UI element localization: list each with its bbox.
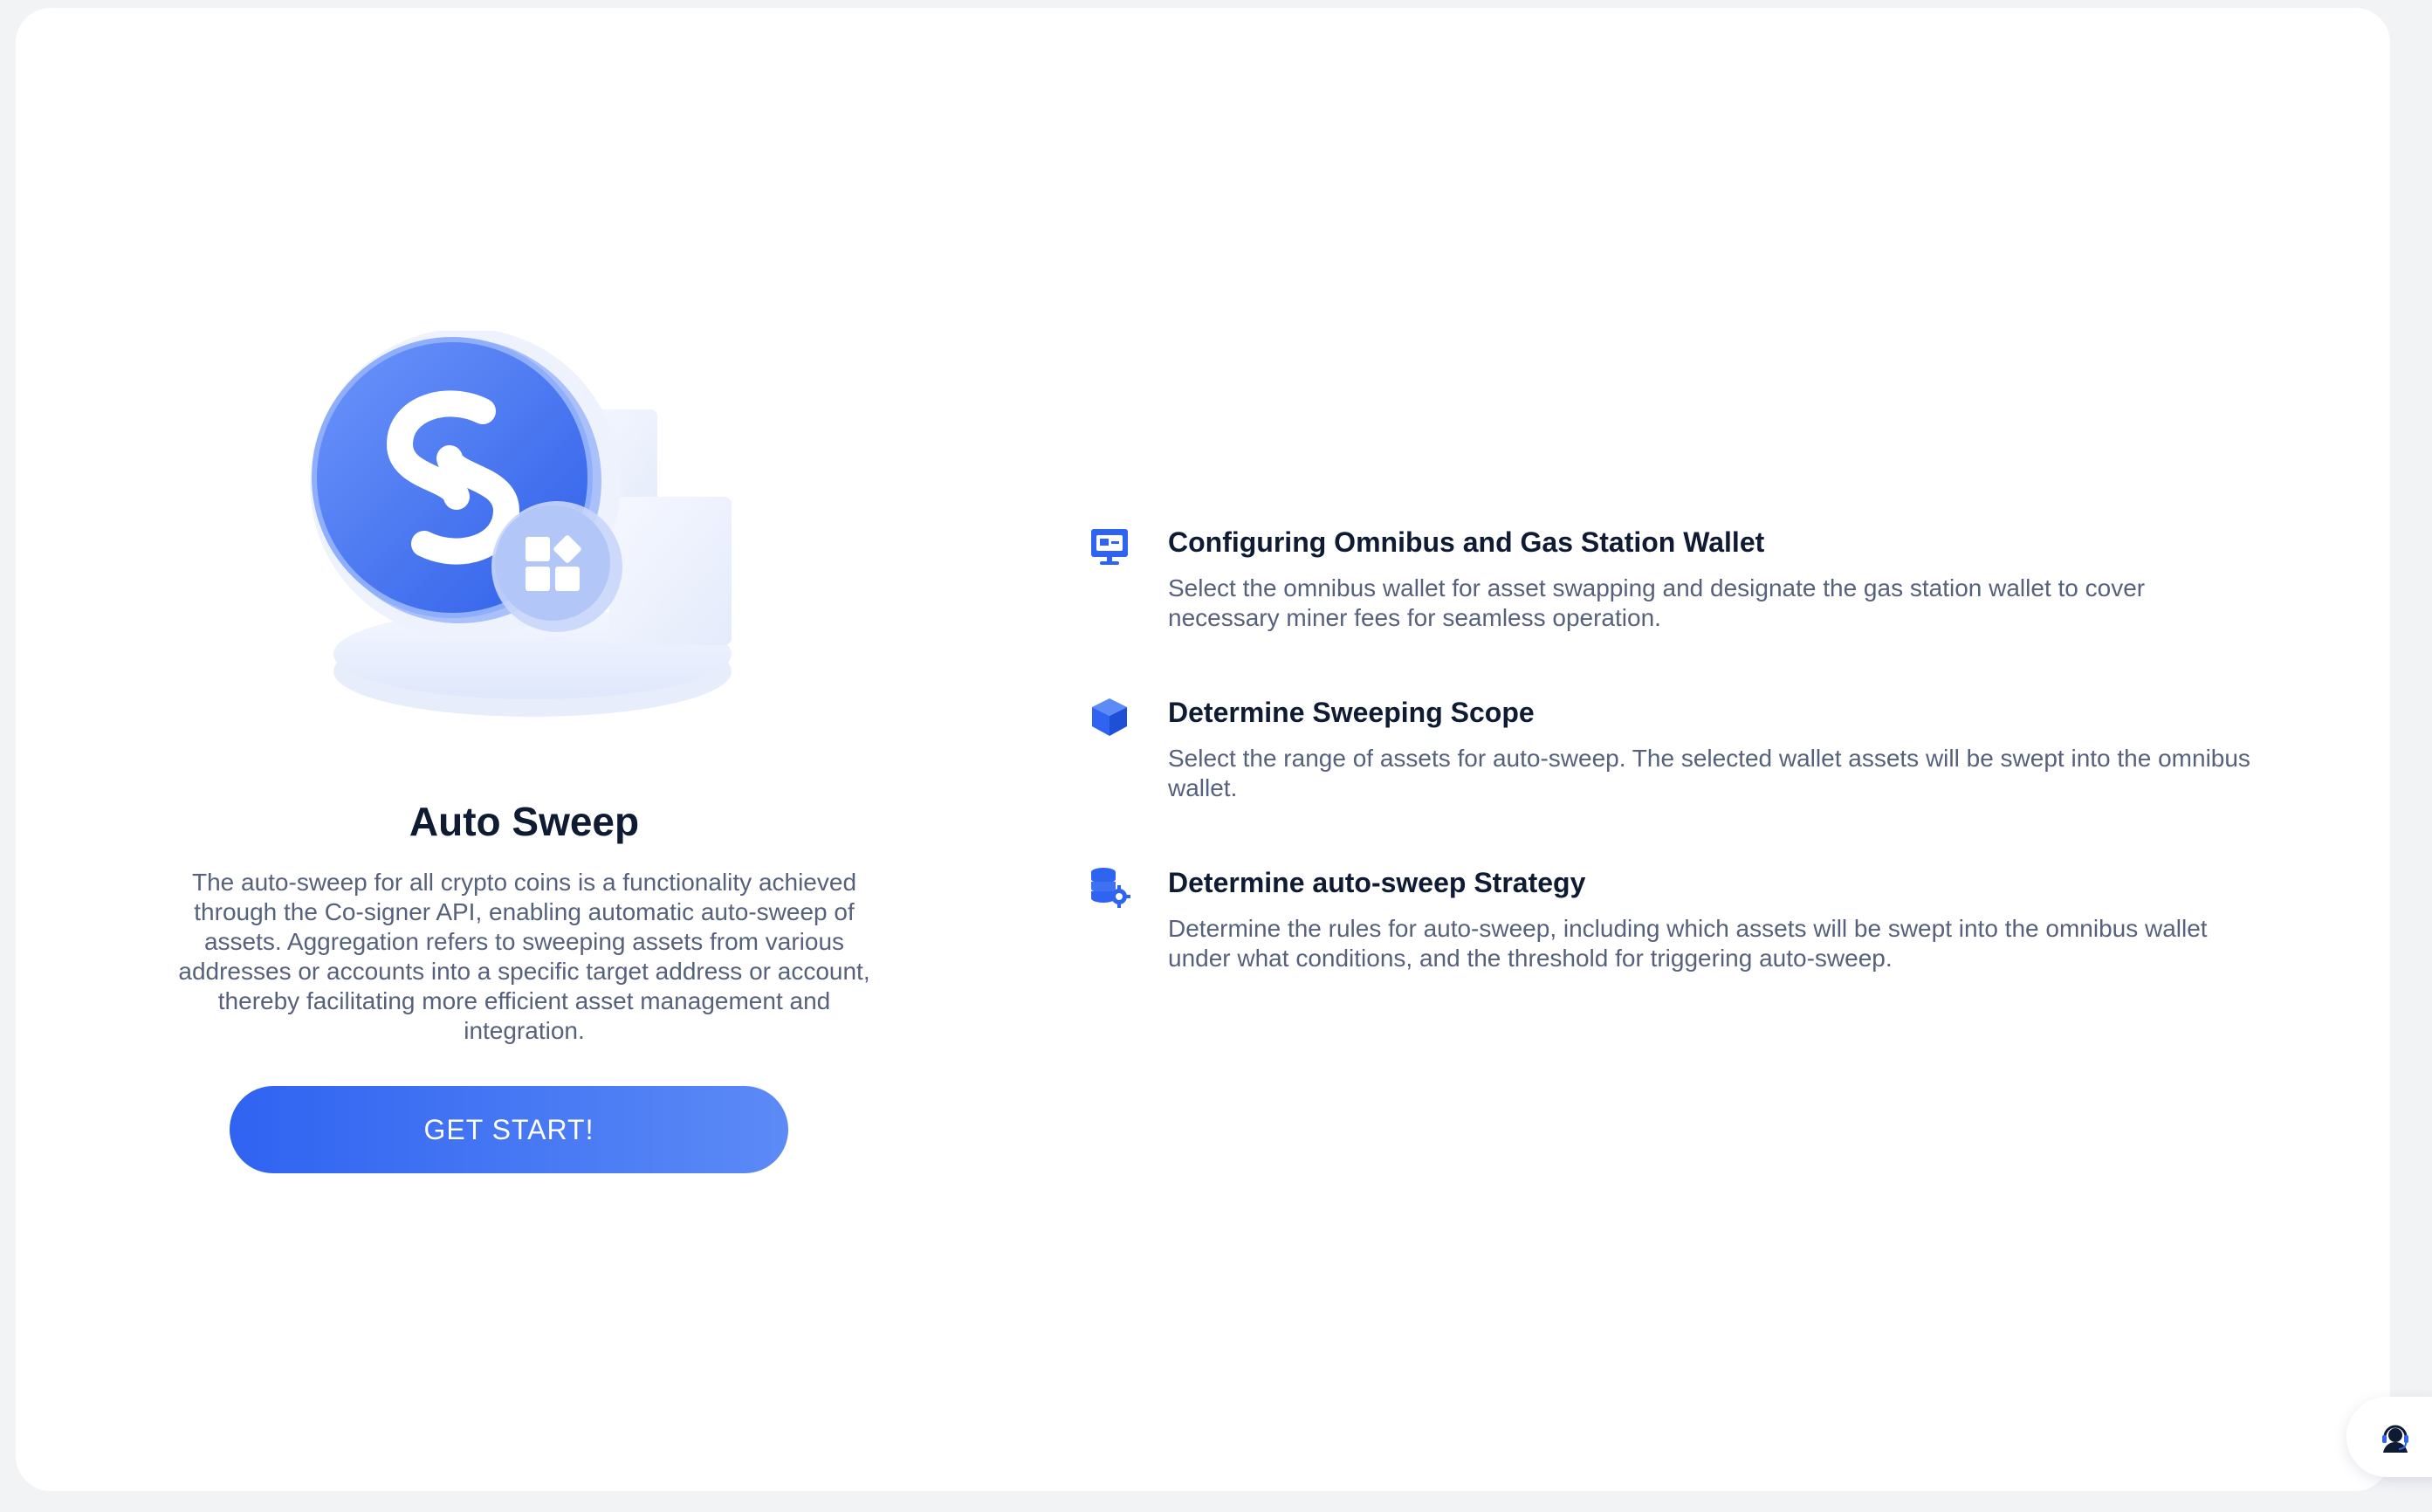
page-description: The auto-sweep for all crypto coins is a… [178,869,870,1044]
customer-support-icon [2378,1419,2413,1454]
customer-support-button[interactable] [2346,1397,2432,1477]
feature-description: Determine the rules for auto-sweep, incl… [1168,915,2208,972]
feature-title: Determine Sweeping Scope [1168,697,1535,728]
auto-sweep-illustration [278,331,766,750]
feature-item: Determine auto-sweep Strategy Determine … [1088,863,2266,1034]
page-title: Auto Sweep [409,799,640,844]
right-edge [2390,8,2432,1396]
database-gear-icon [1088,865,1131,909]
feature-title: Determine auto-sweep Strategy [1168,867,1586,898]
feature-item: Configuring Omnibus and Gas Station Wall… [1088,523,2266,693]
feature-title: Configuring Omnibus and Gas Station Wall… [1168,526,1765,558]
feature-description: Select the range of assets for auto-swee… [1168,745,2250,801]
get-start-button[interactable]: GET START! [230,1086,788,1173]
monitor-wallet-icon [1088,525,1131,568]
feature-list: Configuring Omnibus and Gas Station Wall… [1088,523,2266,1034]
main-card: Auto Sweep The auto-sweep for all crypto… [16,8,2390,1491]
cube-icon [1088,695,1131,739]
feature-description: Select the omnibus wallet for asset swap… [1168,574,2146,631]
feature-item: Determine Sweeping Scope Select the rang… [1088,693,2266,863]
